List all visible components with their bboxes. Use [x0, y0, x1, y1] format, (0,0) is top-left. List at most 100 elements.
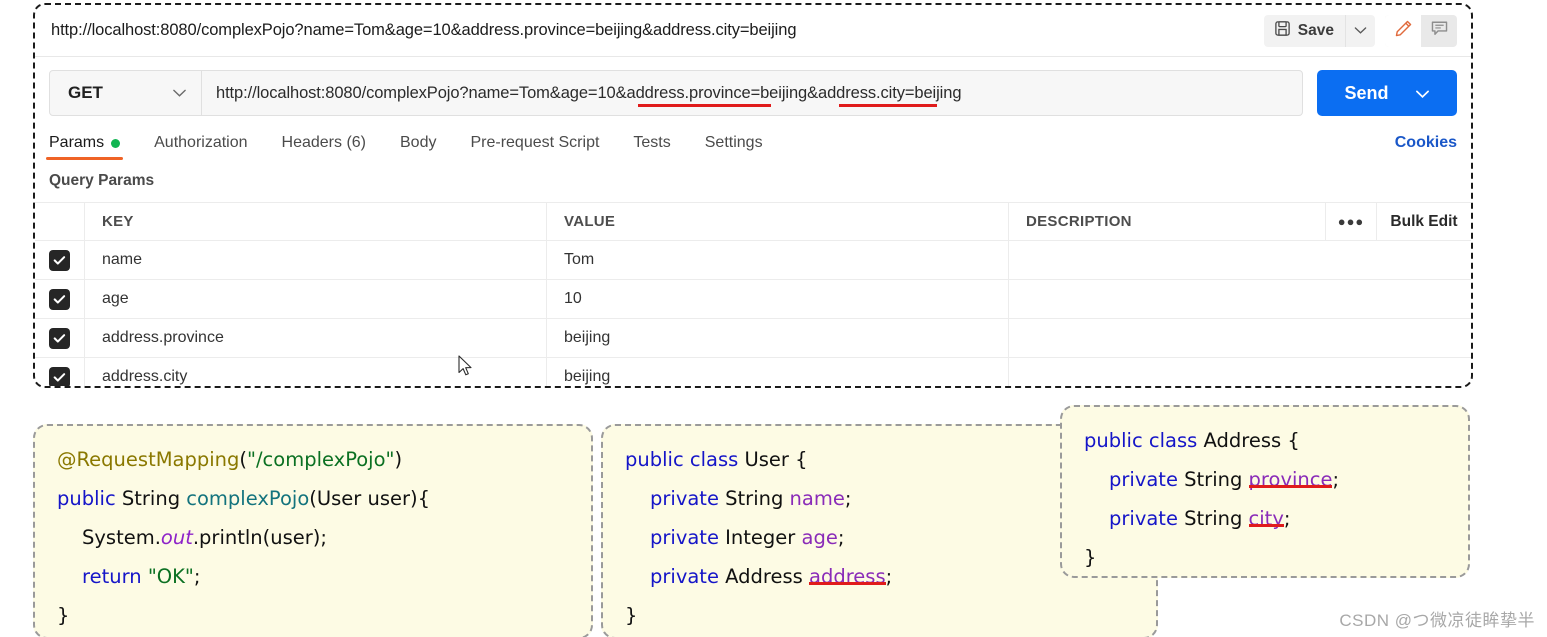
param-key[interactable]: name: [85, 241, 547, 279]
tab-headers-label: Headers (6): [281, 134, 366, 151]
pencil-icon: [1394, 19, 1413, 43]
url-annotation-province: [638, 104, 771, 107]
request-url-text: http://localhost:8080/complexPojo?name=T…: [216, 83, 962, 102]
method-and-url-group: GET http://localhost:8080/complexPojo?na…: [49, 70, 1303, 116]
semicolon-token: ;: [193, 565, 201, 588]
cookies-link[interactable]: Cookies: [1395, 134, 1457, 152]
save-button-group: Save: [1263, 15, 1375, 47]
header-checkbox-cell: [35, 203, 85, 240]
save-button[interactable]: Save: [1264, 15, 1345, 47]
column-header-key: KEY: [85, 203, 547, 240]
keyword-token: public class: [625, 448, 739, 471]
code-line: System.out.println(user);: [57, 518, 569, 557]
param-description[interactable]: [1009, 280, 1471, 318]
param-value[interactable]: beijing: [547, 358, 1009, 386]
param-key[interactable]: address.province: [85, 319, 547, 357]
table-row: age 10: [35, 279, 1471, 318]
tab-settings[interactable]: Settings: [705, 134, 763, 160]
url-annotation-city: [839, 104, 937, 107]
param-key[interactable]: address.city: [85, 358, 547, 386]
annotation-token: @RequestMapping: [57, 448, 240, 471]
brace-token: }: [57, 604, 70, 627]
save-dropdown-button[interactable]: [1345, 15, 1375, 47]
semicolon-token: ;: [885, 565, 893, 588]
row-checkbox-cell: [35, 319, 85, 357]
type-token: String: [115, 487, 187, 510]
column-header-value: VALUE: [547, 203, 1009, 240]
mouse-cursor: [458, 355, 474, 384]
send-button[interactable]: Send: [1317, 70, 1457, 116]
param-value[interactable]: 10: [547, 280, 1009, 318]
code-line: @RequestMapping("/complexPojo"): [57, 440, 569, 479]
keyword-token: private: [1109, 468, 1178, 491]
row-checkbox[interactable]: [49, 327, 70, 349]
code-line: return "OK";: [57, 557, 569, 596]
code-line: public class Address {: [1084, 421, 1446, 460]
class-name-token: User {: [738, 448, 808, 471]
param-description[interactable]: [1009, 319, 1471, 357]
code-line: private String name;: [625, 479, 1134, 518]
comments-button[interactable]: [1421, 15, 1457, 47]
row-checkbox[interactable]: [49, 249, 70, 271]
semicolon-token: ;: [1332, 468, 1340, 491]
param-value[interactable]: beijing: [547, 319, 1009, 357]
tab-params[interactable]: Params: [45, 134, 124, 160]
kebab-menu-icon[interactable]: ●●●: [1325, 203, 1377, 240]
tab-pre-request-script[interactable]: Pre-request Script: [470, 134, 599, 160]
field-name-token-annotated: city: [1248, 507, 1284, 530]
static-field-token: out: [160, 526, 193, 549]
params-token: (User user){: [309, 487, 431, 510]
code-block-controller: @RequestMapping("/complexPojo") public S…: [33, 424, 593, 637]
http-method-select[interactable]: GET: [50, 71, 202, 115]
row-checkbox[interactable]: [49, 366, 70, 386]
postman-request-panel: http://localhost:8080/complexPojo?name=T…: [33, 3, 1473, 388]
keyword-token: return: [82, 565, 142, 588]
field-name-token-annotated: province: [1248, 468, 1333, 491]
request-tabs: Params Authorization Headers (6) Body Pr…: [45, 126, 1457, 160]
comment-icon: [1430, 19, 1449, 43]
tab-params-label: Params: [49, 134, 105, 151]
table-row: address.province beijing: [35, 318, 1471, 357]
code-line: }: [1084, 538, 1446, 576]
code-block-address-class: public class Address { private String pr…: [1060, 405, 1470, 578]
class-name-token: Address {: [1197, 429, 1300, 452]
type-token: Integer: [718, 526, 802, 549]
chevron-down-icon: [1415, 83, 1430, 104]
tab-tests[interactable]: Tests: [633, 134, 670, 160]
keyword-token: private: [650, 487, 719, 510]
edit-description-button[interactable]: [1385, 15, 1421, 47]
semicolon-token: ;: [1283, 507, 1291, 530]
code-line: private Address address;: [625, 557, 1134, 596]
brace-token: }: [625, 604, 638, 627]
paren-token: ): [394, 448, 403, 471]
tab-headers[interactable]: Headers (6): [282, 134, 366, 160]
tab-authorization[interactable]: Authorization: [154, 134, 247, 160]
tab-body[interactable]: Body: [400, 134, 436, 160]
code-line: public String complexPojo(User user){: [57, 479, 569, 518]
method-name-token: complexPojo: [186, 487, 310, 510]
param-description[interactable]: [1009, 241, 1471, 279]
code-line: }: [57, 596, 569, 635]
code-line: public class User {: [625, 440, 1134, 479]
string-token: "OK": [147, 565, 194, 588]
params-modified-dot-icon: [111, 138, 121, 148]
save-button-label: Save: [1297, 22, 1334, 39]
request-url-input[interactable]: http://localhost:8080/complexPojo?name=T…: [202, 71, 1302, 115]
param-key[interactable]: age: [85, 280, 547, 318]
bulk-edit-button[interactable]: Bulk Edit: [1377, 203, 1471, 240]
query-params-title: Query Params: [49, 172, 155, 189]
semicolon-token: ;: [837, 526, 845, 549]
code-line: private String city;: [1084, 499, 1446, 538]
expr-token: .println(user);: [192, 526, 327, 549]
table-row: name Tom: [35, 240, 1471, 279]
row-checkbox-cell: [35, 280, 85, 318]
chevron-down-icon: [172, 83, 187, 103]
screenshot-root: http://localhost:8080/complexPojo?name=T…: [0, 0, 1547, 637]
tab-tests-label: Tests: [633, 134, 671, 151]
csdn-watermark: CSDN @つ微凉徒眸挚半: [1339, 611, 1535, 630]
param-description[interactable]: [1009, 358, 1471, 386]
row-checkbox[interactable]: [49, 288, 70, 310]
floppy-disk-icon: [1274, 20, 1291, 42]
param-value[interactable]: Tom: [547, 241, 1009, 279]
field-name-token: name: [789, 487, 845, 510]
